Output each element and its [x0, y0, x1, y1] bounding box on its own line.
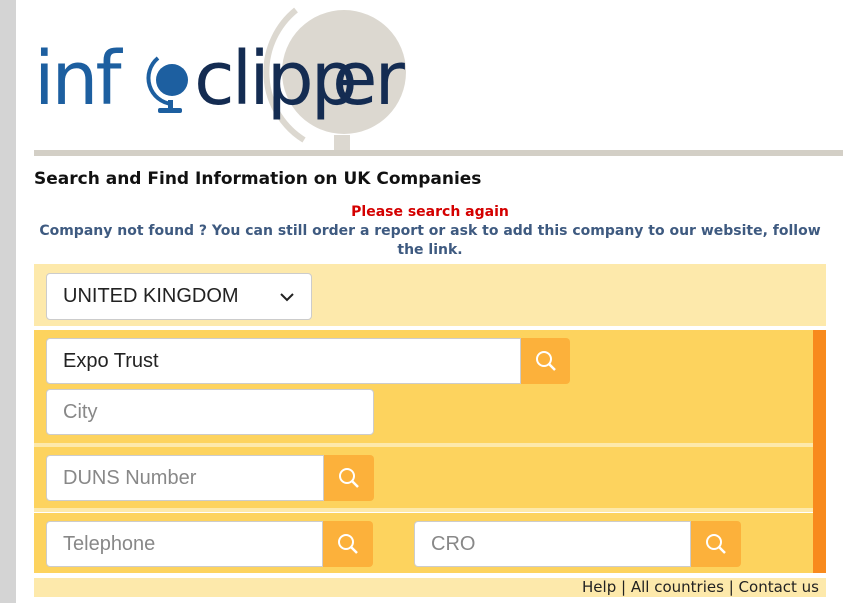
- help-link[interactable]: Help: [582, 578, 616, 596]
- separator: |: [728, 578, 734, 596]
- footer-links: Help | All countries | Contact us: [34, 578, 826, 597]
- company-search-button[interactable]: [521, 338, 570, 384]
- all-countries-link[interactable]: All countries: [631, 578, 724, 596]
- not-found-message-link[interactable]: Company not found ? You can still order …: [34, 222, 826, 260]
- accent-bar: [813, 330, 826, 573]
- cro-search-button[interactable]: [691, 521, 741, 567]
- company-name-input[interactable]: [46, 338, 521, 384]
- duns-search-button[interactable]: [324, 455, 374, 501]
- country-select[interactable]: UNITED KINGDOM: [46, 273, 312, 320]
- search-icon: [338, 534, 358, 554]
- header-divider: [34, 150, 843, 156]
- city-input[interactable]: [46, 389, 374, 435]
- infoclipper-logo[interactable]: inf clipp er: [34, 0, 414, 150]
- telephone-search-button[interactable]: [323, 521, 373, 567]
- error-message: Please search again: [351, 204, 509, 220]
- contact-us-link[interactable]: Contact us: [739, 578, 819, 596]
- cro-input[interactable]: [414, 521, 691, 567]
- search-icon: [535, 351, 556, 371]
- svg-text:inf: inf: [34, 36, 123, 122]
- svg-text:clipp: clipp: [194, 36, 355, 122]
- search-icon: [706, 534, 726, 554]
- country-select-value: UNITED KINGDOM: [63, 285, 239, 307]
- separator: [34, 508, 813, 512]
- separator: |: [621, 578, 627, 596]
- page-title: Search and Find Information on UK Compan…: [34, 169, 482, 189]
- telephone-input[interactable]: [46, 521, 323, 567]
- duns-input[interactable]: [46, 455, 324, 501]
- globe-o-icon: [146, 56, 188, 113]
- search-icon: [339, 468, 359, 488]
- left-gutter: [0, 0, 16, 603]
- chevron-down-icon: [280, 292, 294, 301]
- svg-text:er: er: [332, 36, 406, 122]
